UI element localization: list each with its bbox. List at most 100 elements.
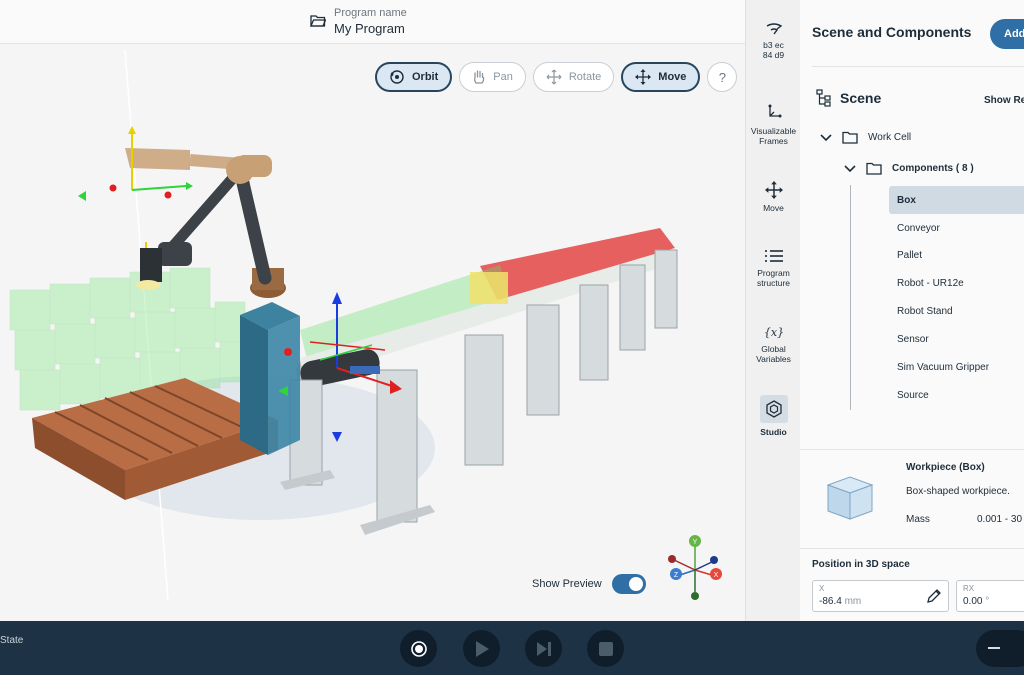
nav-global-variables[interactable]: {x} Global Variables <box>746 324 801 364</box>
gizmo-x-label: X <box>714 572 719 579</box>
x-position-field[interactable]: X -86.4 mm <box>812 580 949 612</box>
side-navigation: b3 ec 84 d9 Visualizable Frames Move Pro… <box>745 0 800 621</box>
folder-open-icon <box>310 15 326 27</box>
viewport-toolbar: Orbit Pan Rotate Move ? <box>375 62 738 92</box>
help-button[interactable]: ? <box>707 62 738 92</box>
toggle-knob <box>628 577 643 591</box>
record-button[interactable] <box>400 630 437 667</box>
robot-link-icon <box>766 23 782 35</box>
scene-render[interactable]: Y X Z <box>0 44 745 621</box>
component-item-robot-stand[interactable]: Robot Stand <box>889 297 1024 325</box>
orbit-button[interactable]: Orbit <box>375 62 453 92</box>
nav-global-variables-label: Global Variables <box>756 344 791 364</box>
nav-move-label: Move <box>763 203 784 213</box>
program-name[interactable]: Program name My Program <box>310 7 407 36</box>
tree-components[interactable]: Components ( 8 ) <box>844 162 974 175</box>
scene-components-panel: Scene and Components Add Scene Show Re W… <box>800 0 1024 621</box>
folder-icon <box>842 131 858 144</box>
rotate-icon <box>546 69 562 85</box>
move-label: Move <box>658 71 687 83</box>
minimize-button[interactable] <box>976 630 1024 667</box>
work-cell-label: Work Cell <box>868 132 912 143</box>
x-field-value: -86.4 mm <box>819 596 861 607</box>
robot-id-text: b3 ec 84 d9 <box>762 40 785 60</box>
orbit-label: Orbit <box>412 71 439 83</box>
divider <box>800 548 1024 549</box>
bottom-control-bar: State <box>0 621 1024 675</box>
pan-button[interactable]: Pan <box>459 62 526 92</box>
play-button[interactable] <box>463 630 500 667</box>
workpiece-description: Box-shaped workpiece. <box>906 486 1010 497</box>
studio-icon-box <box>759 395 788 423</box>
component-item-pallet[interactable]: Pallet <box>889 241 1024 269</box>
move-icon <box>635 69 652 85</box>
component-item-box[interactable]: Box <box>889 186 1024 214</box>
components-label: Components ( 8 ) <box>892 163 974 174</box>
pencil-icon[interactable] <box>926 588 942 604</box>
svg-text:{x}: {x} <box>764 326 784 339</box>
tree-connector <box>850 185 851 410</box>
rx-field-label: RX <box>963 584 975 593</box>
component-item-gripper[interactable]: Sim Vacuum Gripper <box>889 353 1024 381</box>
studio-icon <box>765 400 782 418</box>
folder-icon <box>866 162 882 175</box>
rotate-button[interactable]: Rotate <box>532 62 615 92</box>
stop-button[interactable] <box>587 630 624 667</box>
pan-label: Pan <box>493 71 513 83</box>
component-item-robot[interactable]: Robot - UR12e <box>889 269 1024 297</box>
x-unit: mm <box>844 596 862 607</box>
state-label: State <box>0 635 24 646</box>
gizmo-z-label: Z <box>674 572 679 579</box>
nav-studio[interactable]: Studio <box>746 395 801 437</box>
x-field-label: X <box>819 584 825 593</box>
position-title: Position in 3D space <box>812 559 910 570</box>
chevron-down-icon[interactable] <box>844 164 856 173</box>
hand-icon <box>474 70 485 84</box>
nav-visualizable-frames[interactable]: Visualizable Frames <box>746 104 801 146</box>
step-button[interactable] <box>525 630 562 667</box>
show-relations-button[interactable]: Show Re <box>984 95 1024 106</box>
rx-unit: ° <box>985 596 990 607</box>
nav-program-structure[interactable]: Program structure <box>746 248 801 288</box>
add-button[interactable]: Add <box>990 19 1024 49</box>
nav-studio-label: Studio <box>760 427 787 437</box>
chevron-down-icon[interactable] <box>820 133 832 142</box>
frames-icon <box>768 104 781 118</box>
header-bar: Program name My Program <box>0 0 745 44</box>
variables-icon: {x} <box>764 326 784 339</box>
minus-icon <box>988 647 1000 649</box>
rotate-label: Rotate <box>568 71 602 83</box>
show-preview-label: Show Preview <box>532 578 602 590</box>
tree-work-cell[interactable]: Work Cell <box>820 131 911 144</box>
tree-icon <box>816 89 831 107</box>
scene-heading: Scene <box>816 89 881 107</box>
workpiece-title: Workpiece (Box) <box>906 462 985 473</box>
3d-viewport[interactable]: Y X Z Orbit Pan Rotate Move ? Show Previ… <box>0 44 745 621</box>
component-item-sensor[interactable]: Sensor <box>889 325 1024 353</box>
move-button[interactable]: Move <box>621 62 701 92</box>
show-preview-toggle[interactable] <box>611 574 646 594</box>
rx-value: 0.00 <box>963 596 983 607</box>
record-icon <box>410 640 427 657</box>
panel-title: Scene and Components <box>812 24 972 40</box>
nav-program-structure-label: Program structure <box>756 268 791 288</box>
mass-label: Mass <box>906 514 930 525</box>
scene-title: Scene <box>840 90 882 106</box>
nav-move[interactable]: Move <box>746 181 801 213</box>
x-value: -86.4 <box>819 596 842 607</box>
play-icon <box>475 640 489 657</box>
axis-gizmo: Y X Z <box>668 535 722 600</box>
stop-icon <box>598 641 613 656</box>
divider <box>812 66 1024 67</box>
robot-id[interactable]: b3 ec 84 d9 <box>746 22 801 60</box>
gizmo-y-label: Y <box>693 539 698 546</box>
program-name-value: My Program <box>334 21 405 36</box>
rx-field-value: 0.00 ° <box>963 596 989 607</box>
rx-rotation-field[interactable]: RX 0.00 ° <box>956 580 1024 612</box>
component-item-source[interactable]: Source <box>889 381 1024 409</box>
box-preview-icon <box>826 476 874 520</box>
show-preview: Show Preview <box>532 574 646 594</box>
component-item-conveyor[interactable]: Conveyor <box>889 214 1024 242</box>
move-nav-icon <box>764 181 783 199</box>
divider <box>800 449 1024 450</box>
